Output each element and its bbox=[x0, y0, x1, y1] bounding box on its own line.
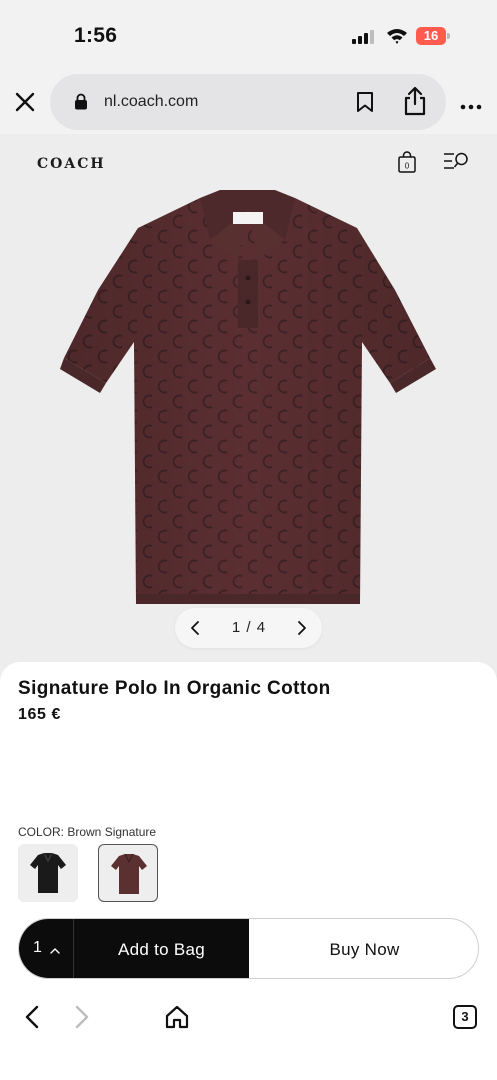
browser-bar: nl.coach.com bbox=[0, 72, 497, 134]
forward-icon[interactable] bbox=[70, 1004, 94, 1030]
chevron-right-icon[interactable] bbox=[290, 616, 314, 640]
bookmark-icon[interactable] bbox=[356, 91, 374, 113]
quantity-selector[interactable]: 1 bbox=[19, 919, 73, 978]
chevron-left-icon[interactable] bbox=[183, 616, 207, 640]
product-image bbox=[50, 180, 445, 610]
browser-toolbar: 3 bbox=[0, 990, 497, 1080]
cellular-signal-icon bbox=[352, 30, 376, 44]
purchase-controls: 1 Add to Bag Buy Now bbox=[18, 918, 479, 979]
tabs-button[interactable]: 3 bbox=[453, 1005, 477, 1029]
more-icon[interactable] bbox=[460, 98, 482, 110]
chevron-up-icon bbox=[49, 943, 61, 954]
share-icon[interactable] bbox=[402, 86, 428, 116]
status-bar: 1:56 16 bbox=[0, 0, 497, 72]
color-swatch-brown-signature[interactable] bbox=[98, 844, 158, 902]
wifi-icon bbox=[386, 27, 408, 45]
battery-icon: 16 bbox=[416, 27, 450, 45]
product-image-gallery[interactable]: COACH 0 1 / 4 bbox=[0, 134, 497, 680]
menu-search-icon[interactable] bbox=[443, 152, 469, 170]
image-counter: 1 / 4 bbox=[231, 619, 267, 636]
lock-icon bbox=[74, 93, 88, 110]
add-to-bag-button[interactable]: Add to Bag bbox=[73, 919, 249, 978]
back-icon[interactable] bbox=[20, 1004, 44, 1030]
svg-text:0: 0 bbox=[405, 162, 410, 171]
quantity-value: 1 bbox=[33, 939, 42, 956]
color-swatch-black[interactable] bbox=[18, 844, 78, 902]
image-pager: 1 / 4 bbox=[175, 608, 322, 648]
url-text[interactable]: nl.coach.com bbox=[104, 93, 198, 111]
battery-level: 16 bbox=[416, 27, 446, 45]
product-price: 165 € bbox=[18, 706, 62, 723]
product-title: Signature Polo In Organic Cotton bbox=[18, 678, 331, 699]
status-time: 1:56 bbox=[74, 24, 118, 47]
color-label: COLOR: Brown Signature bbox=[18, 825, 157, 839]
home-icon[interactable] bbox=[164, 1004, 190, 1030]
address-bar[interactable]: nl.coach.com bbox=[50, 74, 446, 130]
coach-logo[interactable]: COACH bbox=[37, 156, 106, 172]
shopping-bag-icon[interactable]: 0 bbox=[397, 151, 417, 173]
buy-now-button[interactable]: Buy Now bbox=[249, 919, 478, 978]
close-icon[interactable] bbox=[13, 90, 37, 114]
